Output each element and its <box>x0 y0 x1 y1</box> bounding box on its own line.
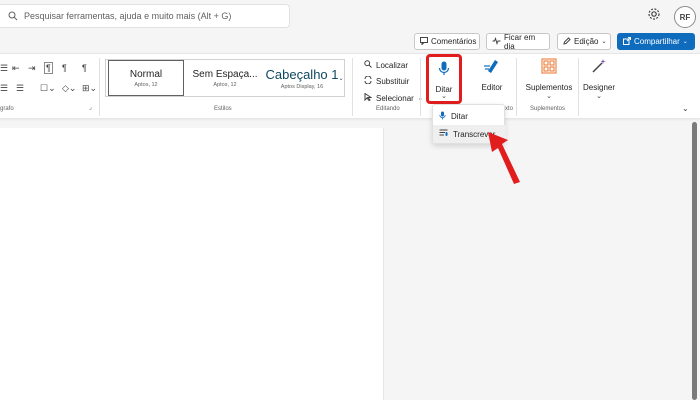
scrollbar-thumb[interactable] <box>692 122 697 400</box>
collapse-ribbon-icon[interactable]: ⌄ <box>682 104 689 113</box>
comment-icon <box>420 36 428 47</box>
paragraph-mark-icon[interactable]: ¶ <box>62 63 67 73</box>
avatar[interactable]: RF <box>674 6 696 28</box>
designer-label: Designer <box>582 83 615 92</box>
designer-wand-icon <box>591 58 607 79</box>
align-right-icon[interactable]: ☰ <box>0 83 8 94</box>
show-marks-icon[interactable]: ¶ <box>44 62 53 74</box>
replace-button[interactable]: Substituir <box>364 75 410 86</box>
document-page[interactable] <box>0 128 384 400</box>
styles-gallery: Normal Aptos, 12 Sem Espaça... Aptos, 12… <box>105 59 345 97</box>
select-label: Selecionar <box>376 93 414 103</box>
chevron-down-icon: ⌄ <box>601 39 607 45</box>
divider <box>99 58 100 116</box>
editor-button[interactable]: Editor <box>476 58 508 92</box>
comments-label: Comentários <box>431 37 477 46</box>
catch-up-label: Ficar em dia <box>504 32 536 51</box>
justify-icon[interactable]: ☰ <box>16 83 24 94</box>
style-name: Normal <box>129 68 163 80</box>
share-button[interactable]: Compartilhar ⌄ <box>617 33 695 50</box>
style-font: Aptos Display, 16 <box>280 83 324 90</box>
mic-icon <box>438 61 450 82</box>
share-icon <box>623 36 631 47</box>
editing-mode-button[interactable]: Edição ⌄ <box>557 33 611 50</box>
styles-group-label: Estilos <box>214 106 232 112</box>
editor-pen-icon <box>483 58 501 79</box>
addins-grid-icon <box>541 58 557 79</box>
decrease-indent-icon[interactable]: ⇤ <box>12 63 20 74</box>
menu-item-label: Ditar <box>451 111 468 121</box>
addins-group-label: Suplementos <box>530 106 566 112</box>
chevron-down-icon: ⌄ <box>546 93 552 100</box>
search-icon <box>364 60 372 70</box>
chevron-down-icon: ⌄ <box>596 93 602 100</box>
settings-gear-icon[interactable] <box>647 7 663 23</box>
addins-button[interactable]: Suplementos ⌄ <box>523 58 575 100</box>
style-name: Cabeçalho 1 <box>265 66 339 82</box>
replace-icon <box>364 75 372 86</box>
bullets-icon[interactable]: ☰ <box>0 63 8 74</box>
styles-more-icon[interactable]: ⌄ <box>337 59 345 97</box>
search-box[interactable]: Pesquisar ferramentas, ajuda e muito mai… <box>0 4 290 28</box>
borders-icon[interactable]: ⊞⌄ <box>82 83 97 94</box>
rtl-icon[interactable]: ¶ <box>82 63 87 73</box>
vertical-scrollbar[interactable] <box>692 122 697 400</box>
designer-button[interactable]: Designer ⌄ <box>582 58 616 100</box>
cursor-icon <box>364 92 373 103</box>
editing-group-label: Editando <box>376 106 400 112</box>
style-heading-1[interactable]: Cabeçalho 1 Aptos Display, 16 <box>264 60 340 96</box>
style-name: Sem Espaça... <box>192 68 258 80</box>
voice-group-label: xto <box>505 106 514 112</box>
dialog-launcher-icon[interactable]: ⌟ <box>89 104 92 111</box>
catch-up-button[interactable]: Ficar em dia <box>486 32 550 51</box>
style-font: Aptos, 12 <box>213 81 237 88</box>
dictate-button[interactable]: Ditar ⌄ <box>426 54 462 104</box>
chevron-down-icon: ⌄ <box>682 39 688 45</box>
search-placeholder: Pesquisar ferramentas, ajuda e muito mai… <box>24 11 232 21</box>
divider <box>420 58 421 116</box>
find-label: Localizar <box>376 60 409 70</box>
find-button[interactable]: Localizar <box>364 60 408 70</box>
editing-label: Edição <box>574 37 599 46</box>
editor-label: Editor <box>481 83 503 92</box>
style-normal[interactable]: Normal Aptos, 12 <box>108 60 184 96</box>
select-button[interactable]: Selecionar ⌄ <box>364 92 423 103</box>
paragraph-group-label: grafo <box>0 106 14 112</box>
transcribe-icon <box>439 129 448 139</box>
search-icon <box>4 11 22 21</box>
divider <box>516 58 517 116</box>
mic-icon <box>439 111 446 122</box>
addins-label: Suplementos <box>525 83 573 92</box>
annotation-arrow <box>488 132 520 184</box>
pencil-icon <box>563 36 571 47</box>
share-label: Compartilhar <box>634 37 680 46</box>
divider <box>578 58 579 116</box>
style-no-spacing[interactable]: Sem Espaça... Aptos, 12 <box>186 60 264 96</box>
chevron-down-icon: ⌄ <box>441 93 447 100</box>
line-spacing-icon[interactable]: ☐⌄ <box>40 83 56 94</box>
style-font: Aptos, 12 <box>134 81 158 88</box>
comments-button[interactable]: Comentários <box>414 33 480 50</box>
increase-indent-icon[interactable]: ⇥ <box>28 63 36 74</box>
catch-up-icon <box>492 36 501 47</box>
shading-icon[interactable]: ◇⌄ <box>62 83 76 94</box>
divider <box>352 58 353 116</box>
replace-label: Substituir <box>376 76 410 86</box>
top-bar: Pesquisar ferramentas, ajuda e muito mai… <box>0 0 700 30</box>
